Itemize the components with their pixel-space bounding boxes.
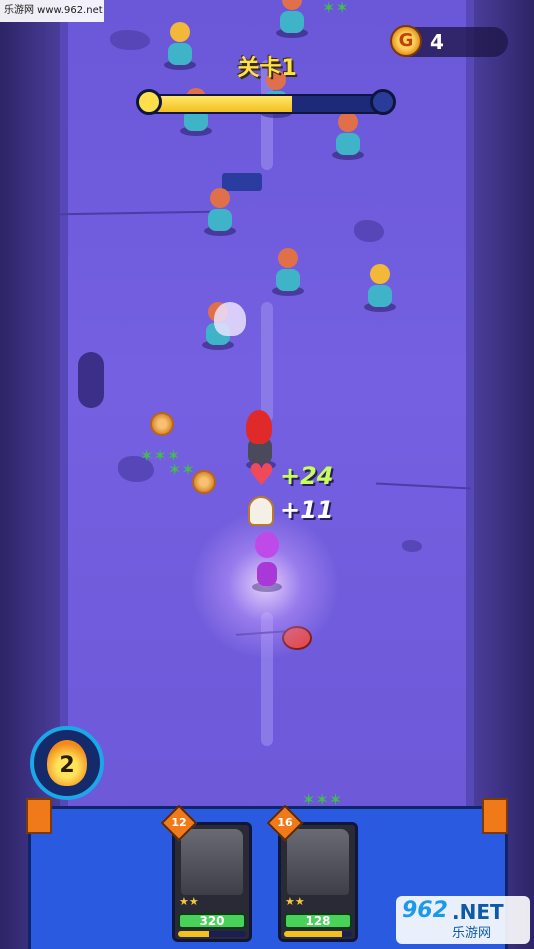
coin-counter: G 4 [390,25,508,57]
manhole-cover [78,352,104,408]
hero-shelly [250,530,284,592]
enemy-zombie [200,186,240,236]
rock [402,540,422,552]
coin-icon: G [390,25,422,57]
enemy-zombie [328,110,368,160]
hero-portrait [287,829,349,895]
card-upgrade-bar [284,931,352,937]
enemy-zombie [160,20,200,70]
card-hp: 128 [284,913,352,929]
center-line [261,302,273,422]
hero-card[interactable]: ★★ 320 [172,822,252,942]
ammo-icon [248,496,274,526]
fire-ability-button[interactable]: 2 [30,726,104,800]
flame-icon: 2 [47,740,87,786]
card-upgrade-fill [284,931,342,937]
rock [110,30,150,50]
panel-corner-left [26,798,52,834]
ammo-gain-text: +11 [280,496,334,524]
health-gain-text: +24 [280,462,334,490]
enemy-zombie [360,262,400,312]
progress-end-marker [370,89,396,115]
skull-icon [214,302,246,336]
hero-portrait [181,829,243,895]
card-stars: ★★ [285,895,305,908]
heart-icon: ♥ [248,458,275,493]
coin-pickup [192,470,216,494]
game-scene: ✶✶✶ ✶✶ ✶✶✶ ✶✶ ♥ +24 +11 关卡1 G 4 2 ★★ 320… [0,0,534,949]
grass-tuft: ✶✶ [168,460,195,479]
watermark-top: 乐游网 www.962.net [0,0,104,22]
level-progress-fill [148,96,292,112]
level-title: 关卡1 [237,56,297,81]
hero-card[interactable]: ★★ 128 [278,822,358,942]
panel-corner-right [482,798,508,834]
progress-start-marker [136,89,162,115]
ability-charges: 2 [59,753,75,778]
coin-count: 4 [430,30,444,54]
card-upgrade-bar [178,931,246,937]
card-hp: 320 [178,913,246,929]
coin-pickup [150,412,174,436]
rock [354,220,384,242]
watermark-logo: 962 .NET 乐游网 [396,896,530,944]
card-upgrade-fill [178,931,209,937]
card-stars: ★★ [179,895,199,908]
enemy-zombie [272,0,312,38]
grass-tuft: ✶✶ [322,0,349,17]
enemy-zombie [268,246,308,296]
level-progress-bar [136,88,396,116]
